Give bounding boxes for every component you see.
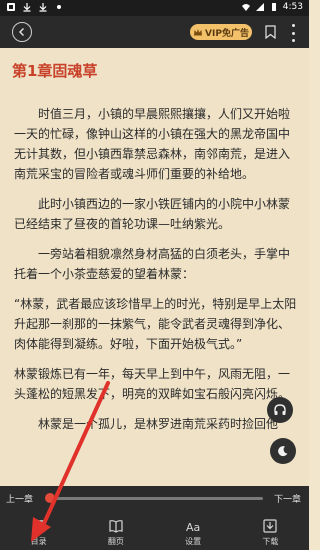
back-button[interactable] — [12, 22, 32, 42]
menu-label: 下载 — [262, 536, 279, 546]
chevron-left-icon — [19, 28, 24, 36]
status-icons-left — [6, 2, 64, 12]
reading-progress-slider[interactable] — [45, 493, 263, 503]
more-dot-icon — [291, 31, 295, 35]
headphones-icon — [274, 404, 286, 415]
menu-label: 目录 — [30, 536, 47, 546]
menu-catalog[interactable]: 目录 — [0, 514, 77, 550]
paragraph: 时值三月，小镇的早晨熙熙攘攘，人们又开始啦一天的忙碌，像钟山这样的小镇在强大的黑… — [14, 107, 291, 181]
menu-settings[interactable]: Aa 设置 — [155, 514, 232, 550]
reader-bottom-bar: 上一章 下一章 目录 翻页 Aa 设置 下载 — [0, 486, 309, 550]
vip-ad-free-button[interactable]: VIP免广告 — [190, 24, 252, 40]
paragraph: 一旁站着相貌凛然身材高猛的白须老头，手掌中托着一个小茶壶慈爱的望着林蒙： — [14, 247, 291, 281]
paragraph: 林蒙是一个孤儿，是林罗进南荒采药时捡回他 — [38, 417, 279, 431]
chapter-navigation: 上一章 下一章 — [0, 486, 309, 512]
status-time: 4:53 — [282, 2, 303, 12]
font-settings-icon: Aa — [186, 521, 200, 534]
paragraph: 此时小镇西边的一家小铁匠铺内的小院中小林蒙已经结束了昼夜的首轮功课—吐纳紫光。 — [14, 197, 291, 231]
svg-text:Aa: Aa — [186, 521, 200, 534]
progress-thumb[interactable] — [45, 493, 55, 503]
bookmark-icon[interactable] — [265, 25, 276, 39]
night-mode-button[interactable] — [270, 438, 296, 464]
catalog-icon — [32, 519, 45, 532]
download-icon — [263, 518, 277, 533]
dot-icon — [57, 5, 61, 9]
menu-label: 设置 — [185, 536, 202, 546]
status-bar: 4:53 — [0, 0, 309, 16]
more-options-button[interactable] — [290, 24, 296, 42]
chapter-text: 时值三月，小镇的早晨熙熙攘攘，人们又开始啦一天的忙碌，像钟山这样的小镇在强大的黑… — [14, 104, 300, 444]
book-app-icon — [7, 3, 15, 11]
menu-download[interactable]: 下载 — [232, 514, 309, 550]
chapter-title: 第1章固魂草 — [12, 62, 98, 80]
moon-icon — [278, 446, 288, 457]
download-status-icon — [39, 3, 47, 12]
paragraph: “林蒙，武者最应该珍惜早上的时光，特别是早上太阳升起那一刹那的一抹紫气，能令武者… — [14, 297, 297, 351]
battery-icon — [271, 3, 276, 11]
vip-label: VIP免广告 — [205, 28, 249, 39]
menu-label: 翻页 — [107, 536, 124, 546]
menu-page-turn[interactable]: 翻页 — [77, 514, 154, 550]
paragraph: 林蒙锻炼已有一年，每天早上到中午，风雨无阻，一头蓬松的短黑发下，明亮的双眸如宝石… — [14, 367, 291, 401]
listen-audio-button[interactable] — [267, 397, 293, 423]
wifi-icon — [241, 4, 250, 11]
crown-icon — [194, 28, 203, 35]
page-turn-icon — [109, 519, 123, 533]
signal-icon — [255, 3, 264, 11]
download-status-icon — [23, 3, 31, 12]
reader-menu: 目录 翻页 Aa 设置 下载 — [0, 514, 309, 550]
reader-page[interactable]: 第1章固魂草 时值三月，小镇的早晨熙熙攘攘，人们又开始啦一天的忙碌，像钟山这样的… — [0, 48, 309, 486]
more-dot-icon — [291, 24, 295, 27]
more-dot-icon — [291, 39, 295, 42]
next-chapter-button[interactable]: 下一章 — [274, 492, 301, 505]
previous-chapter-button[interactable]: 上一章 — [6, 492, 33, 505]
status-icons-right: 4:53 — [241, 2, 303, 12]
reader-top-bar: VIP免广告 — [0, 16, 309, 48]
